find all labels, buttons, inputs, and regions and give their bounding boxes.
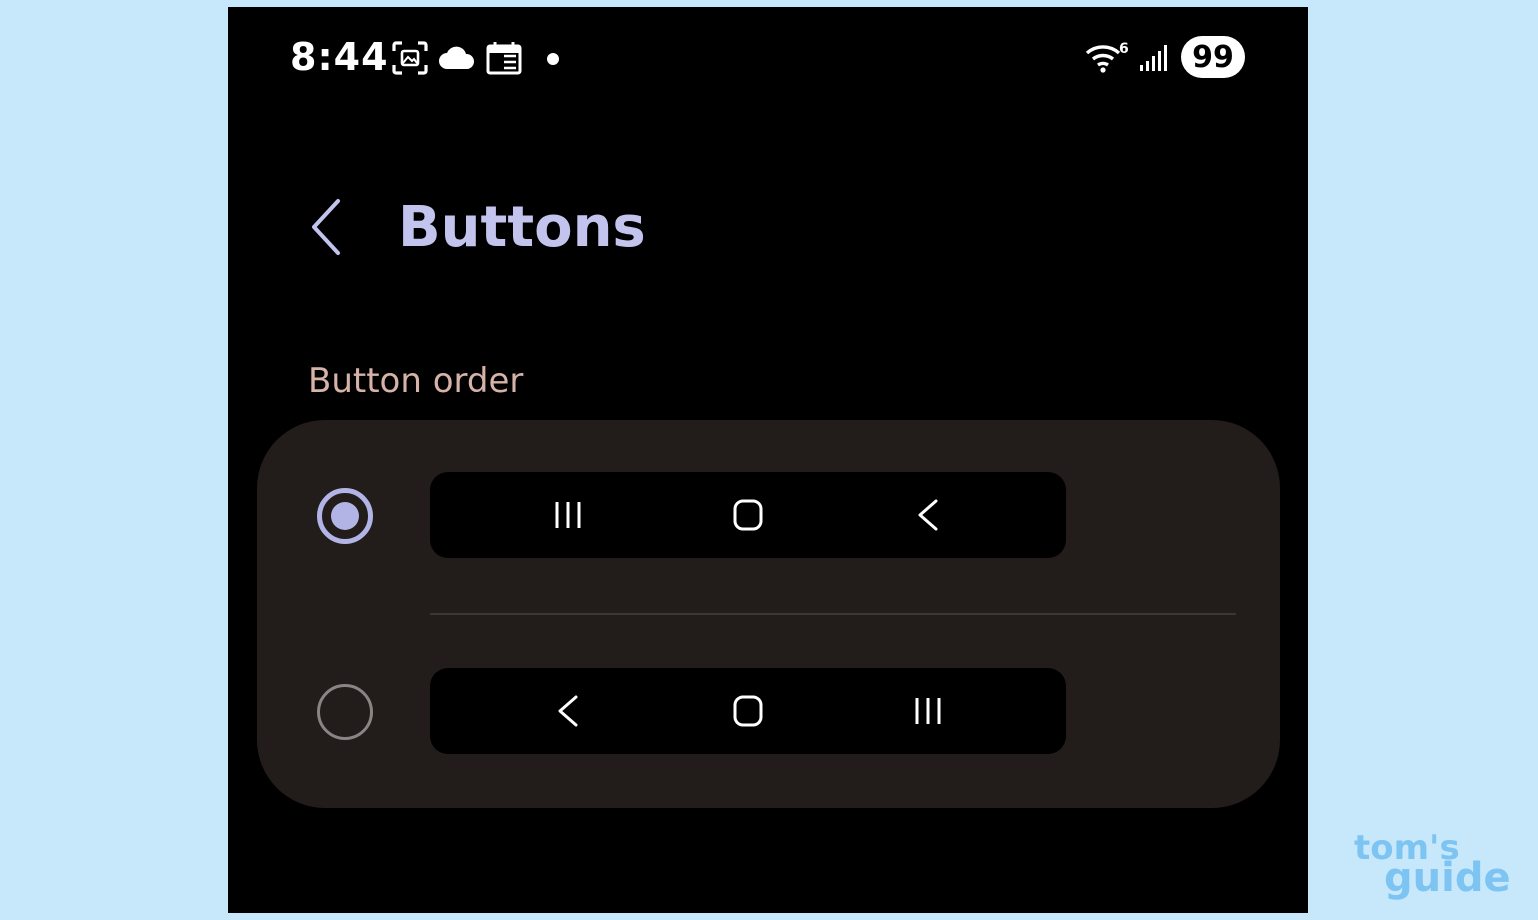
signal-icon: [1140, 45, 1167, 71]
wifi6-icon: 6: [1086, 41, 1128, 73]
status-time: 8:44: [290, 35, 389, 79]
radio-unselected[interactable]: [317, 684, 373, 740]
divider: [430, 613, 1236, 615]
button-order-card: [257, 420, 1280, 808]
logo-line-2: guide: [1384, 855, 1511, 901]
button-order-option-2[interactable]: [257, 636, 1280, 786]
navbar-preview-2: [430, 668, 1066, 754]
chevron-left-icon: [312, 199, 340, 255]
cloud-icon: [439, 46, 475, 69]
phone-screen: 8:44 6 99 Buttons Button order: [228, 7, 1308, 913]
toms-guide-logo: tom's guide: [1354, 830, 1514, 906]
page-title: Buttons: [398, 195, 646, 260]
button-order-option-1[interactable]: [257, 440, 1280, 590]
navbar-preview-1: [430, 472, 1066, 558]
back-icon: [918, 499, 938, 531]
calendar-icon: [486, 42, 522, 75]
recents-icon: [915, 698, 941, 724]
home-icon: [733, 499, 763, 531]
battery-indicator: 99: [1181, 36, 1245, 78]
radio-selected[interactable]: [317, 488, 373, 544]
back-button[interactable]: [306, 195, 350, 259]
screenshot-icon: [392, 41, 428, 75]
radio-dot: [331, 502, 359, 530]
wifi6-label: 6: [1119, 41, 1128, 57]
recents-icon: [555, 502, 581, 528]
back-icon: [558, 695, 578, 727]
section-label: Button order: [308, 361, 524, 401]
notification-dot-icon: [547, 53, 559, 65]
home-icon: [733, 695, 763, 727]
